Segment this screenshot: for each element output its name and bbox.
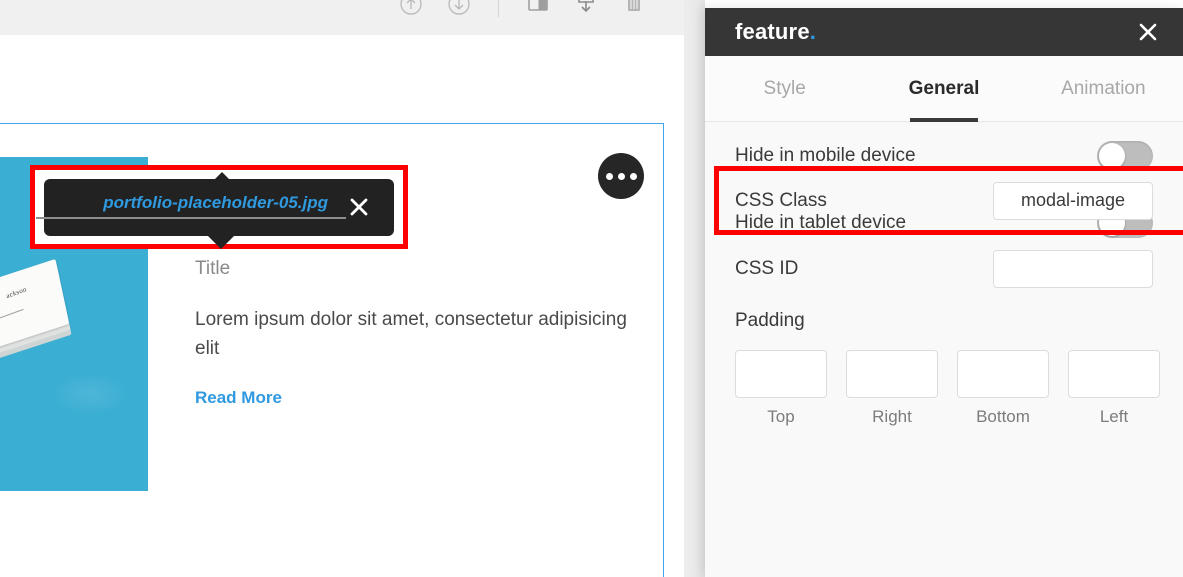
padding-inputs: Top Right Bottom Left — [735, 350, 1160, 427]
trash-icon[interactable] — [621, 0, 647, 17]
widget-toolbar — [0, 0, 684, 35]
modal-header: feature. — [705, 8, 1183, 56]
padding-cell-top: Top — [735, 350, 827, 427]
css-class-input[interactable]: modal-image — [993, 181, 1153, 220]
modal-close-icon[interactable] — [1135, 19, 1161, 45]
toolbar-divider — [498, 0, 499, 17]
save-download-icon[interactable] — [573, 0, 599, 17]
padding-section: Padding Top Right Bottom Left — [705, 310, 1183, 427]
app-root: ackson Title Lorem ipsum dolor sit amet,… — [0, 0, 1183, 577]
padding-right-input[interactable] — [846, 350, 938, 398]
tab-style[interactable]: Style — [705, 56, 864, 122]
widget-description: Lorem ipsum dolor sit amet, consectetur … — [195, 308, 627, 360]
builder-canvas: ackson Title Lorem ipsum dolor sit amet,… — [0, 0, 684, 577]
padding-label: Padding — [735, 310, 805, 331]
widget-content: Title Lorem ipsum dolor sit amet, consec… — [195, 258, 635, 408]
move-down-circle-icon[interactable] — [446, 0, 472, 17]
ellipsis-dot — [617, 172, 625, 180]
settings-modal: feature. Style General Animation Hide in… — [705, 8, 1183, 577]
css-class-label: CSS Class — [735, 189, 827, 211]
tooltip-close-icon[interactable] — [346, 194, 372, 220]
image-filename-text[interactable]: portfolio-placeholder-05.jpg — [36, 193, 346, 219]
padding-cell-right: Right — [846, 350, 938, 427]
padding-cell-left: Left — [1068, 350, 1160, 427]
modal-tabs: Style General Animation — [705, 56, 1183, 122]
tab-general[interactable]: General — [864, 56, 1023, 122]
widget-title: Title — [195, 258, 231, 279]
tab-animation[interactable]: Animation — [1024, 56, 1183, 122]
modal-title-text: feature — [735, 19, 810, 44]
padding-left-input[interactable] — [1068, 350, 1160, 398]
modal-body: Hide in mobile device Hide in tablet dev… — [705, 122, 1183, 577]
padding-top-input[interactable] — [735, 350, 827, 398]
css-id-input[interactable] — [993, 249, 1153, 288]
business-card-stack-graphic: ackson — [0, 258, 72, 369]
move-up-circle-icon[interactable] — [398, 0, 424, 17]
modal-title: feature. — [735, 19, 816, 45]
css-id-label: CSS ID — [735, 257, 799, 279]
row-css-id: CSS ID — [705, 235, 1183, 302]
hide-mobile-label: Hide in mobile device — [735, 144, 916, 166]
padding-bottom-input[interactable] — [957, 350, 1049, 398]
padding-right-caption: Right — [872, 407, 912, 426]
tooltip-arrow-down — [208, 236, 234, 249]
padding-left-caption: Left — [1099, 407, 1129, 426]
row-css-class: CSS Class modal-image — [705, 166, 1183, 235]
widget-toolbar-icons — [398, 0, 647, 22]
image-sheen — [50, 372, 130, 416]
modal-title-dot: . — [809, 19, 817, 44]
ellipsis-dot — [605, 172, 613, 180]
read-more-link[interactable]: Read More — [195, 388, 282, 408]
padding-bottom-caption: Bottom — [976, 407, 1030, 426]
padding-top-caption: Top — [767, 407, 795, 426]
toggle-knob — [1099, 142, 1125, 169]
image-filename-tooltip[interactable]: portfolio-placeholder-05.jpg — [36, 179, 394, 236]
layout-icon[interactable] — [525, 0, 551, 17]
modal-backdrop-gap — [684, 0, 705, 577]
widget-options-ellipsis-button[interactable] — [598, 153, 644, 199]
ellipsis-dot — [629, 172, 637, 180]
padding-cell-bottom: Bottom — [957, 350, 1049, 427]
